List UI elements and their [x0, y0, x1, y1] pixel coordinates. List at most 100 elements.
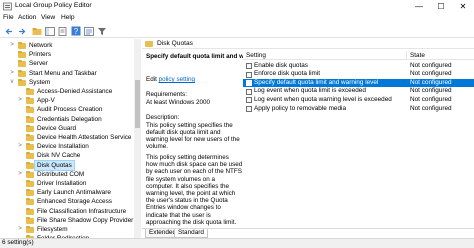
- setting-state: Not configured: [410, 104, 452, 112]
- description-line: warning level for new users of the: [146, 135, 240, 143]
- folder-icon: [26, 198, 34, 206]
- policy-setting-link[interactable]: policy setting: [159, 76, 195, 83]
- setting-row[interactable]: Apply policy to removable media Not confi…: [243, 105, 474, 114]
- setting-row[interactable]: Specify default quota limit and warning …: [243, 78, 474, 88]
- description-line: This policy setting determines: [146, 154, 229, 161]
- tree-item-label: Disk Quotas: [34, 159, 75, 171]
- description-line: volume.: [146, 143, 169, 151]
- chevron-right-icon[interactable]: >: [17, 225, 23, 234]
- description-line: default disk quota limit and: [146, 128, 221, 136]
- chevron-down-icon[interactable]: v: [9, 78, 15, 87]
- tree-scrollbar-thumb[interactable]: [135, 80, 140, 128]
- properties-icon[interactable]: [83, 25, 95, 37]
- tree-item-label: Network: [29, 42, 53, 49]
- description-pane: Specify default quota limit and warning …: [142, 50, 243, 228]
- maximize-button[interactable]: ☐: [430, 0, 452, 13]
- description-line: file system volumes on a: [146, 175, 215, 183]
- folder-icon: [18, 51, 26, 59]
- folder-icon: [26, 161, 34, 169]
- tree-item-label: Credentials Delegation: [37, 115, 102, 123]
- status-text: 6 setting(s): [2, 239, 34, 246]
- toolbar: ?: [0, 24, 474, 38]
- folder-icon: [26, 189, 34, 197]
- tree-item-label: Start Menu and Taskbar: [29, 69, 97, 77]
- column-state[interactable]: State: [410, 52, 425, 59]
- column-divider[interactable]: [406, 51, 407, 60]
- chevron-right-icon[interactable]: >: [17, 170, 23, 179]
- description-line: how much disk space can be used: [146, 161, 243, 169]
- description-line: the user's status in the Quota: [146, 197, 228, 205]
- tree-scrollbar[interactable]: [134, 39, 141, 238]
- tab-standard[interactable]: Standard: [174, 229, 208, 238]
- policy-setting-icon: [246, 80, 252, 87]
- tree-item-label: System: [29, 78, 51, 86]
- setting-row[interactable]: Enable disk quotas Not configured: [243, 62, 474, 71]
- policy-setting-icon: [246, 106, 252, 112]
- description-line: warning level, the point at which: [146, 190, 236, 197]
- menu-help[interactable]: Help: [61, 14, 75, 21]
- tree-item-label: Server: [29, 60, 48, 68]
- setting-row[interactable]: Log event when quota warning level is ex…: [243, 96, 474, 105]
- export-list-icon[interactable]: [57, 25, 69, 37]
- setting-row[interactable]: Log event when quota limit is exceeded No…: [243, 87, 474, 96]
- up-folder-icon[interactable]: [31, 25, 43, 37]
- description-line: indicate that the user is: [146, 211, 211, 219]
- policy-setting-icon: [246, 63, 252, 69]
- requirements-value: At least Windows 2000: [146, 98, 211, 106]
- setting-name: Log event when quota warning level is ex…: [254, 95, 392, 103]
- setting-state: Not configured: [410, 70, 452, 78]
- help-icon[interactable]: ?: [70, 25, 82, 37]
- folder-icon: [26, 180, 34, 187]
- window-title: Local Group Policy Editor: [15, 2, 92, 9]
- description-line: approaching the disk quota limit.: [146, 218, 237, 226]
- back-icon[interactable]: [3, 25, 15, 37]
- menu-bar: File Action View Help: [0, 13, 474, 24]
- setting-row[interactable]: Enforce disk quota limit Not configured: [243, 70, 474, 79]
- tree-item-label: File Share Shadow Copy Provider: [37, 216, 134, 224]
- chevron-right-icon[interactable]: >: [17, 96, 23, 105]
- setting-name: Enable disk quotas: [254, 61, 309, 69]
- svg-text:?: ?: [74, 27, 79, 36]
- folder-icon: [18, 60, 26, 68]
- folder-icon: [18, 78, 26, 86]
- setting-state: Not configured: [410, 78, 452, 86]
- chevron-right-icon[interactable]: >: [9, 41, 15, 50]
- tree-item-label: Early Launch Antimalware: [37, 189, 111, 197]
- folder-icon: [18, 69, 26, 77]
- folder-icon: [26, 115, 34, 123]
- column-setting[interactable]: Setting: [246, 52, 266, 59]
- policy-title: Specify default quota limit and warning …: [146, 53, 243, 60]
- menu-view[interactable]: View: [41, 14, 55, 21]
- setting-state: Not configured: [410, 87, 452, 95]
- setting-name: Enforce disk quota limit: [254, 70, 321, 78]
- description-label: Description:: [146, 114, 180, 121]
- policy-setting-icon: [246, 97, 252, 104]
- tree-item-label: Device Guard: [37, 124, 77, 132]
- group-policy-app-icon: [3, 2, 12, 11]
- tree-item-label: Printers: [29, 51, 52, 59]
- folder-icon: [26, 106, 34, 114]
- folder-icon: [26, 207, 34, 215]
- setting-state: Not configured: [410, 95, 452, 103]
- show-hide-tree-icon[interactable]: [44, 25, 56, 37]
- tree-item-label: Disk NV Cache: [37, 152, 81, 160]
- tree-item-label: Enhanced Storage Access: [37, 198, 112, 206]
- navigation-tree: > Network Printers Server > Start Menu and Ta…: [0, 39, 141, 238]
- minimize-button[interactable]: —: [408, 0, 430, 13]
- chevron-right-icon[interactable]: >: [17, 142, 23, 151]
- folder-icon: [26, 216, 34, 224]
- setting-name: Specify default quota limit and warning …: [254, 78, 379, 86]
- close-button[interactable]: ✕: [452, 0, 474, 13]
- description-line: This policy setting specifies the: [146, 121, 233, 129]
- policy-setting-icon: [246, 71, 252, 78]
- forward-icon[interactable]: [15, 25, 27, 37]
- menu-file[interactable]: File: [3, 14, 14, 21]
- description-line: by each user on each of the NTFS: [146, 168, 242, 176]
- chevron-right-icon[interactable]: >: [9, 69, 15, 78]
- tree-item-label: Device Health Attestation Service: [37, 134, 132, 141]
- menu-action[interactable]: Action: [18, 14, 36, 21]
- setting-state: Not configured: [410, 61, 452, 69]
- filter-icon[interactable]: [96, 25, 108, 37]
- tree-item-label: Distributed COM: [37, 170, 85, 178]
- folder-icon: [26, 226, 34, 233]
